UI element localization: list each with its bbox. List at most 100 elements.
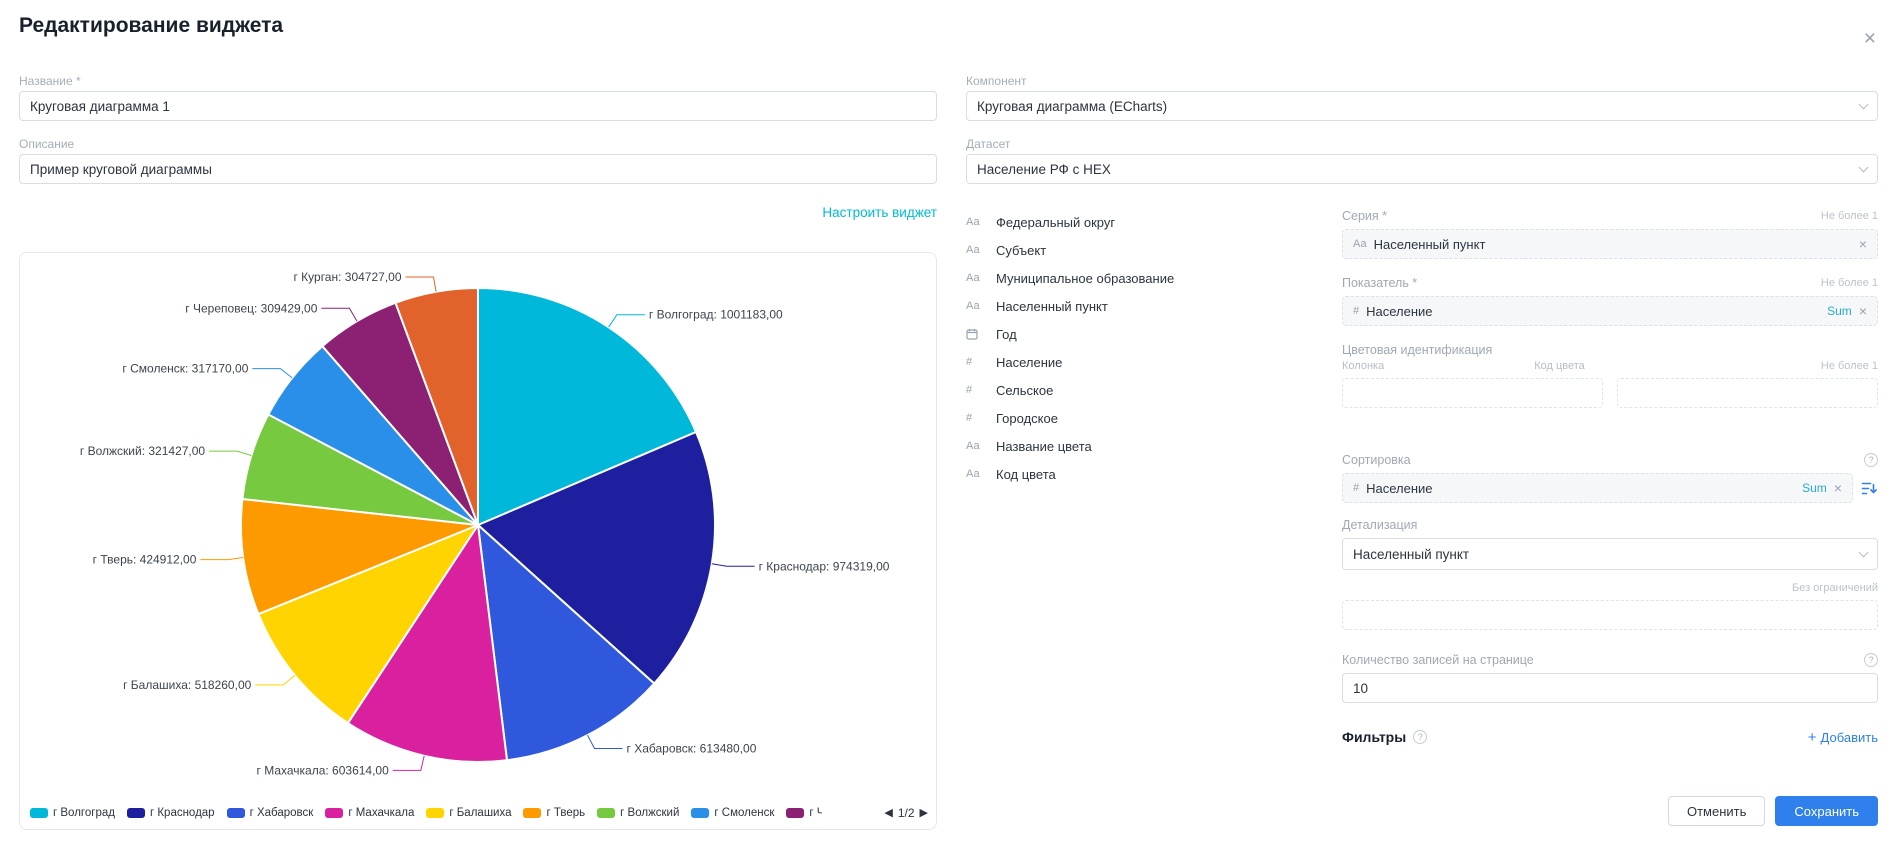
pie-slice-label: г Хабаровск: 613480,00 bbox=[627, 742, 757, 756]
cancel-button[interactable]: Отменить bbox=[1668, 796, 1765, 826]
legend-item[interactable]: г Хабаровск bbox=[227, 807, 314, 819]
legend-prev-icon[interactable]: ◀ bbox=[884, 808, 892, 819]
legend-swatch bbox=[227, 808, 245, 818]
legend-label: г Волгоград bbox=[53, 807, 115, 819]
page-title: Редактирование виджета bbox=[19, 14, 283, 38]
dataset-field-item[interactable]: АаМуниципальное образование bbox=[966, 264, 1306, 292]
dataset-field-label: Население bbox=[996, 355, 1062, 370]
configure-widget-link[interactable]: Настроить виджет bbox=[822, 205, 937, 220]
close-icon[interactable]: × bbox=[1864, 28, 1876, 49]
chevron-down-icon bbox=[1859, 162, 1869, 172]
series-field-chip[interactable]: Аа Населенный пункт × bbox=[1342, 229, 1878, 259]
dataset-field-item[interactable]: # Население bbox=[966, 348, 1306, 376]
help-icon[interactable]: ? bbox=[1413, 730, 1427, 744]
remove-icon[interactable]: × bbox=[1834, 481, 1842, 495]
legend-next-icon[interactable]: ▶ bbox=[920, 808, 928, 819]
legend-label: г Тверь bbox=[546, 807, 585, 819]
dataset-field-label: Название цвета bbox=[996, 439, 1092, 454]
legend-item[interactable]: г Волжский bbox=[597, 807, 679, 819]
dataset-field-item[interactable]: АаФедеральный округ bbox=[966, 208, 1306, 236]
dataset-field-item[interactable]: #Городское bbox=[966, 404, 1306, 432]
remove-icon[interactable]: × bbox=[1859, 304, 1867, 318]
dataset-select-value: Население РФ с HEX bbox=[977, 162, 1111, 177]
dataset-label: Датасет bbox=[966, 137, 1878, 151]
dialog-footer: Отменить Сохранить bbox=[1668, 796, 1878, 826]
detail-select-value: Населенный пункт bbox=[1353, 547, 1469, 562]
pie-label-line bbox=[252, 369, 292, 378]
measure-field-chip[interactable]: # Население Sum × bbox=[1342, 296, 1878, 326]
pie-slice-label: г Тверь: 424912,00 bbox=[93, 553, 197, 567]
description-input[interactable] bbox=[19, 154, 937, 184]
add-filter-label: Добавить bbox=[1821, 730, 1878, 745]
page-size-input[interactable] bbox=[1342, 673, 1878, 703]
help-icon[interactable]: ? bbox=[1864, 453, 1878, 467]
pie-label-line bbox=[321, 308, 357, 321]
chevron-down-icon bbox=[1859, 99, 1869, 109]
dataset-field-label: Сельское bbox=[996, 383, 1053, 398]
legend-swatch bbox=[786, 808, 804, 818]
pie-label-line bbox=[393, 756, 424, 771]
dataset-field-item[interactable]: АаНазвание цвета bbox=[966, 432, 1306, 460]
detail-label: Детализация bbox=[1342, 518, 1417, 532]
pie-slice-label: г Смоленск: 317170,00 bbox=[122, 362, 248, 376]
legend-item[interactable]: г Махачкала bbox=[325, 807, 414, 819]
color-column-dropzone[interactable] bbox=[1342, 378, 1603, 408]
legend-item[interactable]: г Смоленск bbox=[691, 807, 774, 819]
help-icon[interactable]: ? bbox=[1864, 653, 1878, 667]
save-button[interactable]: Сохранить bbox=[1775, 796, 1878, 826]
measure-label: Показатель * bbox=[1342, 276, 1417, 290]
series-limit-hint: Не более 1 bbox=[1821, 210, 1878, 222]
add-filter-button[interactable]: + Добавить bbox=[1808, 730, 1878, 745]
dataset-field-item[interactable]: Год bbox=[966, 320, 1306, 348]
dataset-fields-list: АаФедеральный округАаСубъектАаМуниципаль… bbox=[966, 208, 1306, 745]
legend-item[interactable]: г Череповец bbox=[786, 807, 822, 819]
legend-label: г Смоленск bbox=[714, 807, 774, 819]
remove-icon[interactable]: × bbox=[1859, 237, 1867, 251]
limit-dropzone[interactable] bbox=[1342, 600, 1878, 630]
pie-label-line bbox=[200, 558, 243, 560]
measure-chip-label: Население bbox=[1366, 304, 1432, 319]
sort-order-icon[interactable] bbox=[1861, 481, 1878, 496]
text-type-icon: Аа bbox=[966, 300, 988, 312]
dataset-field-item[interactable]: АаКод цвета bbox=[966, 460, 1306, 488]
legend-swatch bbox=[691, 808, 709, 818]
legend-item[interactable]: г Волгоград bbox=[30, 807, 115, 819]
dataset-field-item[interactable]: АаСубъект bbox=[966, 236, 1306, 264]
detail-select[interactable]: Населенный пункт bbox=[1342, 538, 1878, 570]
pie-label-line bbox=[406, 277, 437, 292]
dataset-field-label: Субъект bbox=[996, 243, 1046, 258]
name-label: Название * bbox=[19, 74, 937, 88]
number-type-icon: # bbox=[966, 356, 988, 368]
no-limit-hint: Без ограничений bbox=[1792, 582, 1878, 596]
legend-item[interactable]: г Краснодар bbox=[127, 807, 215, 819]
dataset-field-item[interactable]: АаНаселенный пункт bbox=[966, 292, 1306, 320]
dataset-field-item[interactable]: # Сельское bbox=[966, 376, 1306, 404]
dataset-select[interactable]: Население РФ с HEX bbox=[966, 154, 1878, 184]
color-column-label: Колонка bbox=[1342, 360, 1384, 374]
widget-editor-dialog: Редактирование виджета × Название * Опис… bbox=[0, 0, 1902, 842]
sorting-field-chip[interactable]: # Население Sum × bbox=[1342, 473, 1853, 503]
legend-label: г Краснодар bbox=[150, 807, 215, 819]
aggregation-badge[interactable]: Sum bbox=[1802, 481, 1827, 495]
component-select[interactable]: Круговая диаграмма (ECharts) bbox=[966, 91, 1878, 121]
name-input[interactable] bbox=[19, 91, 937, 121]
aggregation-badge[interactable]: Sum bbox=[1827, 304, 1852, 318]
color-limit-hint: Не более 1 bbox=[1821, 360, 1878, 374]
color-code-dropzone[interactable] bbox=[1617, 378, 1878, 408]
page-size-label: Количество записей на странице bbox=[1342, 653, 1534, 667]
legend-swatch bbox=[325, 808, 343, 818]
widget-config-panel: Серия * Не более 1 Аа Населенный пункт ×… bbox=[1342, 208, 1878, 745]
number-type-icon: # bbox=[966, 384, 988, 396]
legend-swatch bbox=[30, 808, 48, 818]
pie-label-line bbox=[255, 675, 294, 685]
legend-item[interactable]: г Балашиха bbox=[426, 807, 511, 819]
legend-item[interactable]: г Тверь bbox=[523, 807, 585, 819]
dataset-field-label: Городское bbox=[996, 411, 1058, 426]
legend-label: г Череповец bbox=[809, 807, 822, 819]
number-type-icon: # bbox=[1353, 305, 1359, 317]
pie-label-line bbox=[588, 735, 623, 748]
dataset-field-label: Год bbox=[996, 327, 1017, 342]
pie-chart-svg: г Волгоград: 1001183,00г Краснодар: 9743… bbox=[20, 253, 936, 798]
pie-label-line bbox=[609, 315, 645, 328]
widget-preview: г Волгоград: 1001183,00г Краснодар: 9743… bbox=[19, 252, 937, 830]
